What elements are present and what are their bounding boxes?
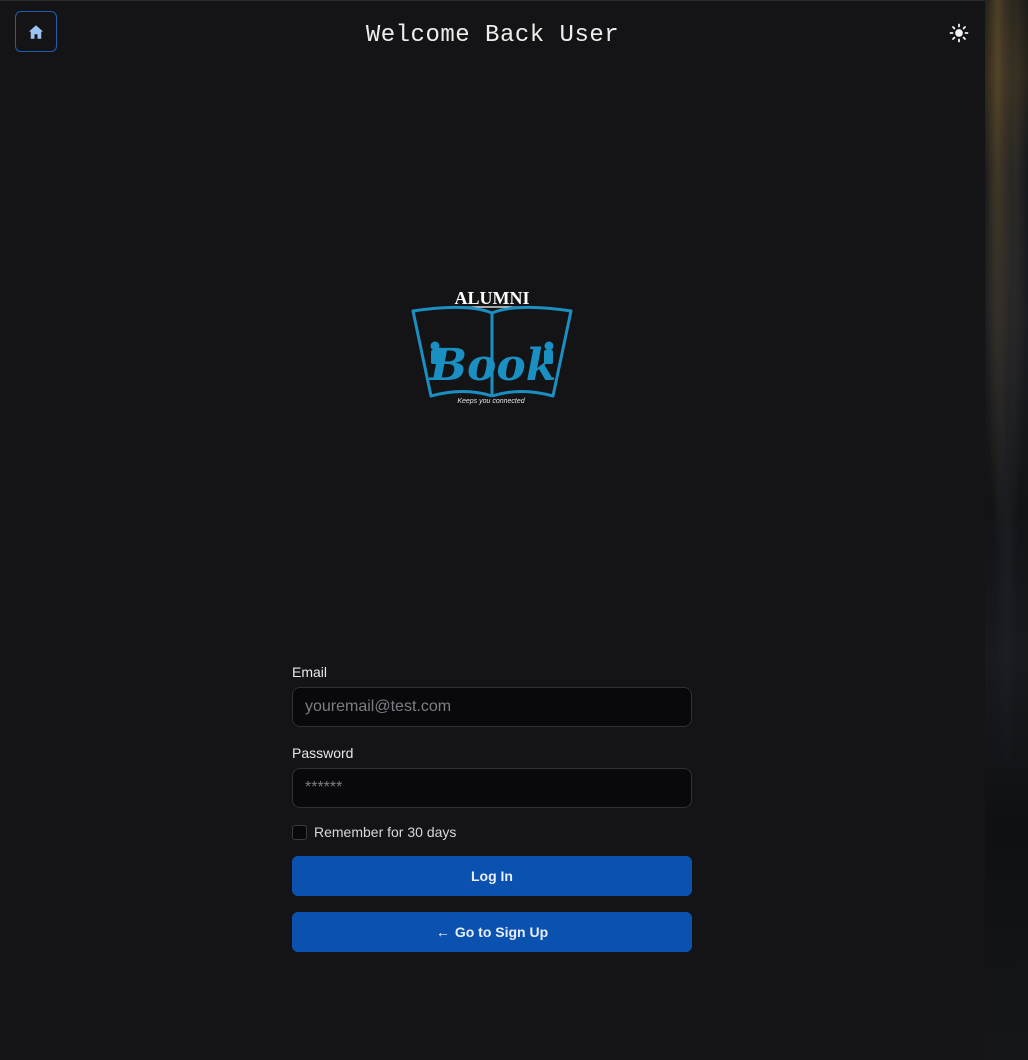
remember-label[interactable]: Remember for 30 days — [314, 824, 456, 840]
theme-toggle-button[interactable] — [946, 20, 972, 46]
logo-top-text: ALUMNI — [455, 288, 530, 308]
arrow-left-icon: ← — [435, 924, 450, 940]
remember-checkbox[interactable] — [292, 824, 307, 840]
login-page: Welcome Back User ALUMNI Book Keeps you … — [0, 0, 1028, 1060]
password-input[interactable] — [292, 768, 692, 808]
email-input[interactable] — [292, 687, 692, 727]
sun-icon — [949, 23, 969, 43]
email-field-group: Email — [292, 664, 692, 727]
book-logo-icon: ALUMNI Book Keeps you connected — [411, 288, 573, 405]
email-label: Email — [292, 664, 328, 680]
go-to-signup-button[interactable]: ← Go to Sign Up — [292, 912, 692, 952]
background-image-strip — [985, 0, 1028, 1060]
signup-label: Go to Sign Up — [454, 924, 549, 940]
password-field-group: Password — [292, 745, 692, 808]
top-border — [0, 0, 985, 1]
password-label: Password — [292, 745, 354, 761]
login-button[interactable]: Log In — [292, 856, 692, 896]
page-title: Welcome Back User — [365, 22, 620, 49]
logo-main-text: Book — [428, 340, 556, 391]
alumni-book-logo: ALUMNI Book Keeps you connected — [407, 284, 577, 409]
logo-tagline: Keeps you connected — [457, 398, 525, 405]
remember-me-row: Remember for 30 days — [292, 824, 456, 840]
login-label: Log In — [471, 868, 513, 884]
